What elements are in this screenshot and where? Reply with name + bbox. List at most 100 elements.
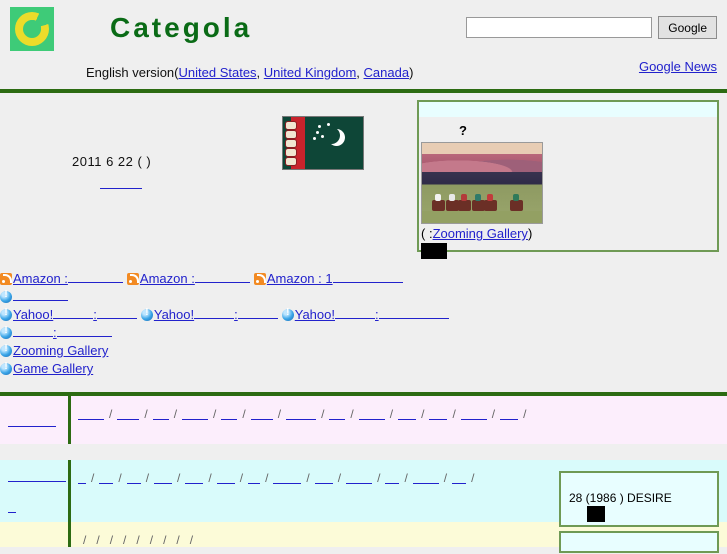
current-date-text: 2011 6 22 ( ) (72, 154, 152, 169)
band-item-link[interactable] (78, 472, 86, 484)
feed-row-game-gallery: Game Gallery (0, 360, 727, 378)
feed-row-yahoo: Yahoo!:Yahoo!:Yahoo!: (0, 306, 727, 324)
feed-link-blank-2[interactable]: : (0, 325, 112, 340)
yahoo-icon (140, 307, 153, 321)
google-search-button[interactable]: Google (658, 16, 717, 39)
band-cyan-left-link-2[interactable] (8, 500, 16, 513)
google-news-link[interactable]: Google News (639, 59, 717, 74)
feed-link-amazon-1[interactable]: Amazon : (0, 271, 123, 286)
flag-crescent-icon (323, 127, 340, 144)
band-item-link[interactable] (286, 408, 317, 420)
right-info-box-2-text (561, 533, 717, 551)
band-item-separator: / (443, 471, 448, 485)
flag-star-5 (313, 137, 316, 140)
band-item-link[interactable] (152, 408, 169, 420)
feed-link-yahoo-3[interactable]: Yahoo!: (281, 307, 449, 322)
feed-link-blank-1[interactable] (0, 289, 68, 304)
right-info-box-1-black-box (587, 506, 605, 522)
band-item-link[interactable] (216, 472, 235, 484)
band-item-link[interactable] (358, 408, 385, 420)
feed-link-zooming-gallery[interactable]: Zooming Gallery (0, 343, 108, 358)
band-item-link[interactable] (314, 472, 333, 484)
band-item-link[interactable] (154, 472, 173, 484)
rss-icon (0, 273, 12, 285)
locale-link-canada[interactable]: Canada (364, 65, 410, 80)
band-item-link[interactable] (248, 472, 261, 484)
feed-link-list: Amazon :Amazon :Amazon : 1 Yahoo!:Yahoo!… (0, 270, 727, 378)
feed-row-blank-2: : (0, 324, 727, 342)
band-cyan-left-link[interactable] (8, 469, 66, 482)
feed-row-blank-1 (0, 288, 727, 306)
band-item-link[interactable] (460, 408, 487, 420)
date-block: 2011 6 22 ( ) (72, 154, 151, 190)
band-item-link[interactable] (329, 408, 346, 420)
band-item-link[interactable] (126, 472, 141, 484)
band-pink-left (0, 396, 68, 444)
band-item-separator: / (377, 471, 381, 485)
yahoo-icon (0, 307, 12, 321)
date-sub-link[interactable] (100, 176, 142, 189)
band-item-link[interactable] (117, 408, 140, 420)
band-item-link[interactable] (221, 408, 238, 420)
rss-icon (253, 273, 266, 285)
band-item-link[interactable] (346, 472, 373, 484)
band-item-link[interactable] (99, 472, 114, 484)
locale-link-united-states[interactable]: United States (179, 65, 257, 80)
band-item-separator: / (177, 471, 181, 485)
main-middle: 2011 6 22 ( ) ? ( :Zooming Gallery) (0, 86, 727, 294)
search-input[interactable] (466, 17, 653, 38)
caption-black-box (421, 243, 447, 259)
band-item-link[interactable] (182, 408, 209, 420)
band-item-separator: / (277, 407, 282, 421)
zooming-gallery-link[interactable]: Zooming Gallery (433, 226, 528, 241)
band-cyan-left (0, 460, 68, 522)
flag-gul-5 (285, 157, 297, 166)
feed-link-yahoo-1[interactable]: Yahoo!: (0, 307, 137, 322)
flag-star-4 (327, 123, 330, 126)
feed-link-amazon-3[interactable]: Amazon : 1 (253, 271, 403, 286)
band-item-link[interactable] (398, 408, 417, 420)
feed-link-amazon-2[interactable]: Amazon : (126, 271, 250, 286)
band-yellow-vertical-rule (68, 522, 71, 547)
band-item-link[interactable] (500, 408, 519, 420)
band-item-separator: / (306, 471, 310, 485)
band-yellow-left (0, 522, 68, 547)
band-item-link[interactable] (385, 472, 400, 484)
band-item-separator: / (389, 407, 394, 421)
feed-link-game-gallery[interactable]: Game Gallery (0, 361, 93, 376)
site-header: Categola Google English version(United S… (0, 0, 727, 86)
site-logo[interactable] (10, 7, 54, 51)
band-gap (0, 444, 727, 460)
band-item-link[interactable] (452, 472, 467, 484)
band-item-link[interactable] (429, 408, 448, 420)
band-item-link[interactable] (185, 472, 204, 484)
feature-panel-titlebar (419, 102, 717, 117)
date-sub-link-wrap (100, 175, 151, 190)
feature-panel-question: ? (459, 123, 467, 138)
feed-link-yahoo-2[interactable]: Yahoo!: (140, 307, 278, 322)
band-pink-items: / / / / / / / / / / / / / (78, 396, 727, 428)
racehorses-painting-image[interactable] (421, 142, 543, 224)
band-item-link[interactable] (78, 408, 104, 420)
locale-link-united-kingdom[interactable]: United Kingdom (264, 65, 357, 80)
yahoo-icon (0, 343, 12, 357)
feed-row-zooming-gallery: Zooming Gallery (0, 342, 727, 360)
flag-star-3 (321, 135, 324, 138)
band-item-separator: / (118, 471, 122, 485)
band-item-separator: / (208, 471, 212, 485)
page-title: Categola (110, 12, 253, 43)
band-item-separator: / (321, 407, 325, 421)
painting-grass (422, 211, 542, 223)
band-pink-left-link[interactable] (8, 414, 56, 427)
right-info-box-2 (559, 531, 719, 553)
band-item-link[interactable] (273, 472, 302, 484)
right-info-box-1: 28 (1986 ) DESIRE (559, 471, 719, 527)
band-item-separator: / (421, 407, 425, 421)
feed-row-amazon: Amazon : Amazon : Amazon : 1 (0, 270, 727, 288)
page-root: Categola Google English version(United S… (0, 0, 727, 553)
band-item-link[interactable] (412, 472, 439, 484)
feed-label-zooming-gallery: Zooming Gallery (13, 343, 109, 358)
band-item-separator: / (265, 471, 269, 485)
band-item-link[interactable] (250, 408, 273, 420)
band-item-separator: / (491, 407, 496, 421)
